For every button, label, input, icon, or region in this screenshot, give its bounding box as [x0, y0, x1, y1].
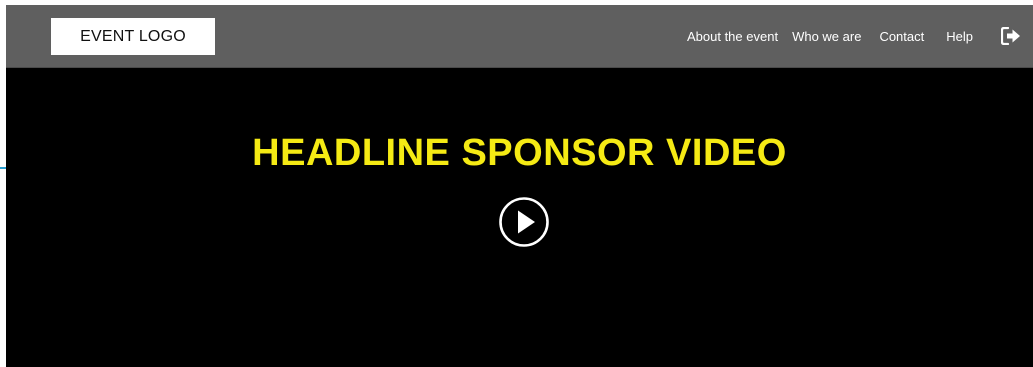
main-nav: About the event Who we are Contact Help — [673, 5, 973, 68]
nav-link-help[interactable]: Help — [946, 29, 973, 44]
hero-video-area: HEADLINE SPONSOR VIDEO — [6, 68, 1033, 367]
nav-link-contact[interactable]: Contact — [879, 29, 924, 44]
sign-out-icon[interactable] — [1000, 26, 1021, 46]
hero-headline: HEADLINE SPONSOR VIDEO — [252, 132, 787, 174]
top-navigation-bar: EVENT LOGO About the event Who we are Co… — [6, 5, 1033, 68]
nav-link-about[interactable]: About the event — [687, 29, 778, 44]
event-logo[interactable]: EVENT LOGO — [51, 18, 215, 55]
page-frame: EVENT LOGO About the event Who we are Co… — [6, 5, 1033, 367]
nav-link-who-we-are[interactable]: Who we are — [792, 29, 861, 44]
play-circle-icon[interactable] — [498, 196, 550, 248]
